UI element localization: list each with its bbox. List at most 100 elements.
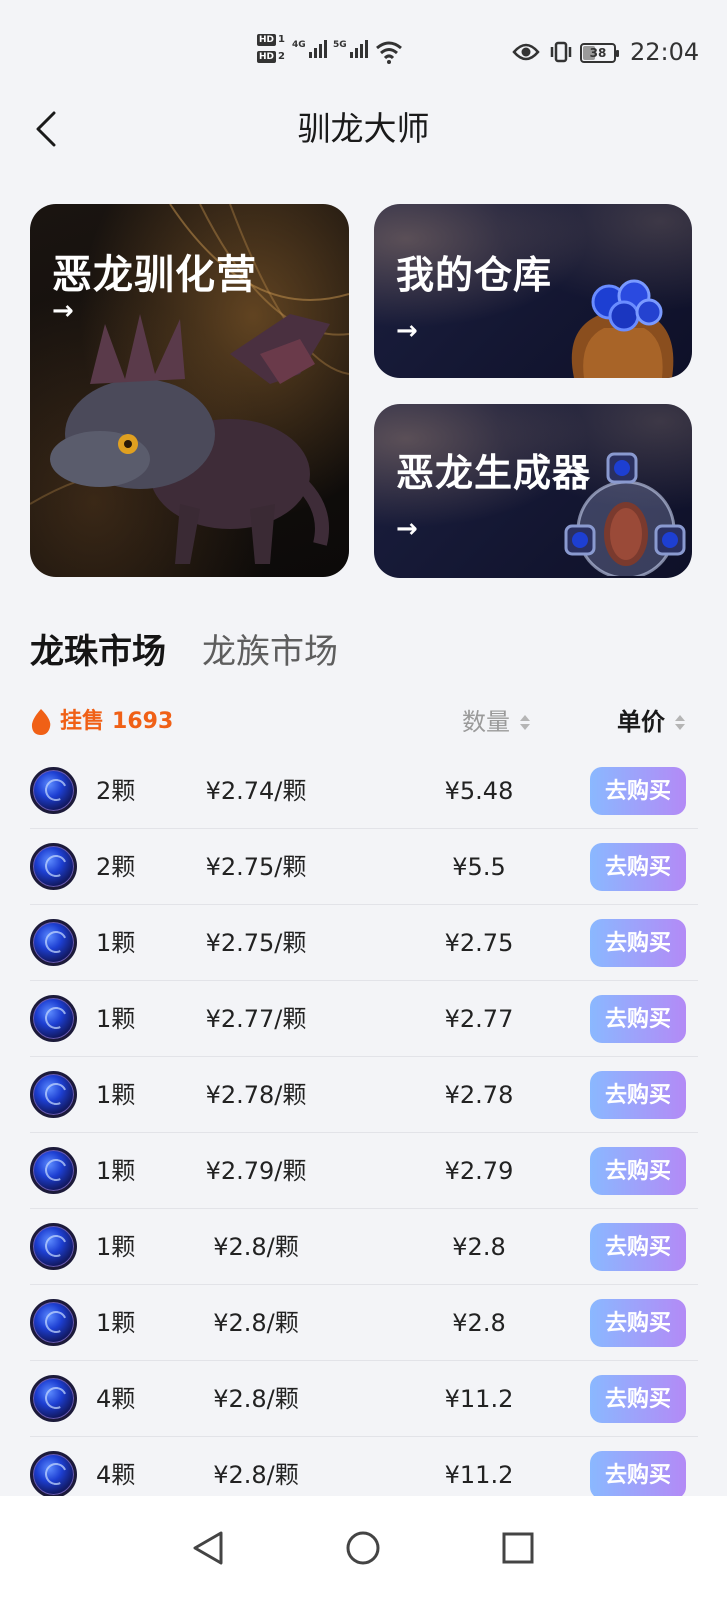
sort-by-quantity[interactable]: 数量	[462, 700, 530, 744]
sim-indicators: HD 1 HD 2	[257, 34, 285, 63]
listing-quantity: 1颗	[96, 1005, 136, 1033]
dragon-pearl-icon	[30, 1071, 77, 1118]
nav-home-button[interactable]	[335, 1520, 391, 1576]
dragon-training-camp-card[interactable]: 恶龙驯化营 →	[30, 204, 349, 577]
sort-by-unit-price[interactable]: 单价	[617, 700, 685, 744]
listing-unit-price: ¥2.8/颗	[213, 1233, 299, 1261]
dragon-pearl-icon	[30, 1147, 77, 1194]
dragon-pearl-icon	[30, 1451, 77, 1498]
listing-unit-price: ¥2.79/颗	[205, 1157, 307, 1185]
listing-row: 1颗 ¥2.79/颗 ¥2.79 去购买	[30, 1133, 698, 1209]
listing-quantity: 1颗	[96, 1157, 136, 1185]
listing-row: 4颗 ¥2.8/颗 ¥11.2 去购买	[30, 1361, 698, 1437]
square-recents-icon	[502, 1532, 534, 1564]
status-bar: HD 1 HD 2 4G 5G 38 22:04	[0, 0, 727, 96]
card-title-generator: 恶龙生成器	[396, 451, 592, 495]
listing-unit-price: ¥2.74/颗	[205, 777, 307, 805]
listing-unit-price: ¥2.75/颗	[205, 853, 307, 881]
listing-count: 挂售 1693	[30, 700, 173, 744]
listing-count-value: 1693	[112, 709, 174, 734]
my-warehouse-card[interactable]: 我的仓库 →	[374, 204, 692, 378]
listing-quantity: 4颗	[96, 1385, 136, 1413]
buy-button[interactable]: 去购买	[590, 995, 686, 1043]
triangle-back-icon	[193, 1531, 223, 1565]
listing-unit-price: ¥2.8/颗	[213, 1309, 299, 1337]
sort-arrows-icon	[520, 714, 530, 730]
dragon-pearl-icon	[30, 919, 77, 966]
listing-total-price: ¥11.2	[444, 1385, 514, 1413]
listing-quantity: 2颗	[96, 853, 136, 881]
clock: 22:04	[630, 38, 700, 66]
listing-quantity: 1颗	[96, 1081, 136, 1109]
listing-total-price: ¥5.48	[444, 777, 514, 805]
card-title-training-camp: 恶龙驯化营	[52, 252, 257, 298]
market-tabs: 龙珠市场 龙族市场	[30, 622, 338, 678]
app-header: 驯龙大师	[0, 96, 727, 162]
listing-quantity: 2颗	[96, 777, 136, 805]
dragon-generator-card[interactable]: 恶龙生成器 →	[374, 404, 692, 578]
listing-total-price: ¥2.77	[444, 1005, 514, 1033]
hd-badge-2: HD	[257, 51, 277, 63]
listing-unit-price: ¥2.75/颗	[205, 929, 307, 957]
page-title: 驯龙大师	[297, 109, 430, 148]
nav-back-button[interactable]	[180, 1520, 236, 1576]
system-nav-bar	[0, 1496, 727, 1600]
dragon-pearl-icon	[30, 767, 77, 814]
listing-row: 1颗 ¥2.75/颗 ¥2.75 去购买	[30, 905, 698, 981]
listing-unit-price: ¥2.77/颗	[205, 1005, 307, 1033]
circle-home-icon	[346, 1531, 380, 1565]
tab-dragon-clan-market[interactable]: 龙族市场	[202, 626, 338, 678]
listing-summary: 挂售 1693 数量 单价	[30, 700, 696, 744]
listing-total-price: ¥2.75	[444, 929, 514, 957]
network-type-2: 5G	[333, 40, 347, 50]
hd-badge-1: HD	[257, 34, 277, 46]
treasure-sack-illustration	[571, 279, 674, 378]
listing-total-price: ¥2.79	[444, 1157, 514, 1185]
buy-button[interactable]: 去购买	[590, 1375, 686, 1423]
buy-button[interactable]: 去购买	[590, 843, 686, 891]
listing-total-price: ¥2.8	[452, 1309, 506, 1337]
listing-row: 2颗 ¥2.75/颗 ¥5.5 去购买	[30, 829, 698, 905]
vibrate-icon	[550, 41, 572, 63]
buy-button[interactable]: 去购买	[590, 1223, 686, 1271]
dragon-pearl-icon	[30, 995, 77, 1042]
battery-level: 38	[589, 46, 607, 60]
buy-button[interactable]: 去购买	[590, 1299, 686, 1347]
dragon-pearl-icon	[30, 1375, 77, 1422]
cell-signal-1-icon: 4G	[292, 40, 327, 58]
wifi-icon	[376, 41, 402, 64]
listing-unit-price: ¥2.8/颗	[213, 1385, 299, 1413]
buy-button[interactable]: 去购买	[590, 919, 686, 967]
tab-dragon-pearl-market[interactable]: 龙珠市场	[30, 626, 166, 678]
listing-row: 1颗 ¥2.77/颗 ¥2.77 去购买	[30, 981, 698, 1057]
listing-row: 1颗 ¥2.8/颗 ¥2.8 去购买	[30, 1285, 698, 1361]
arrow-right-icon: →	[52, 296, 74, 326]
listing-row: 1颗 ¥2.8/颗 ¥2.8 去购买	[30, 1209, 698, 1285]
sim-slot-2: 2	[278, 51, 285, 62]
cell-signal-2-icon: 5G	[333, 40, 368, 58]
quantity-sort-label: 数量	[462, 708, 510, 736]
listing-quantity: 1颗	[96, 929, 136, 957]
buy-button[interactable]: 去购买	[590, 1147, 686, 1195]
buy-button[interactable]: 去购买	[590, 1071, 686, 1119]
listing-row: 2颗 ¥2.74/颗 ¥5.48 去购买	[30, 753, 698, 829]
listing-quantity: 1颗	[96, 1309, 136, 1337]
arrow-right-icon: →	[396, 316, 418, 346]
buy-button[interactable]: 去购买	[590, 767, 686, 815]
buy-button[interactable]: 去购买	[590, 1451, 686, 1499]
listing-unit-price: ¥2.78/颗	[205, 1081, 307, 1109]
nav-recents-button[interactable]	[490, 1520, 546, 1576]
listing-quantity: 1颗	[96, 1233, 136, 1261]
screen: HD 1 HD 2 4G 5G 38 22:04 驯龙大师 恶龙驯化营 → 我的…	[0, 0, 727, 1600]
arrow-right-icon: →	[396, 514, 418, 544]
card-title-warehouse: 我的仓库	[396, 253, 553, 297]
listing-list: 2颗 ¥2.74/颗 ¥5.48 去购买 2颗 ¥2.75/颗 ¥5.5 去购买…	[30, 753, 698, 1513]
listing-total-price: ¥2.8	[452, 1233, 506, 1261]
dragon-pearl-icon	[30, 1223, 77, 1270]
network-type-1: 4G	[292, 40, 306, 50]
sim-slot-1: 1	[278, 34, 285, 45]
eye-comfort-icon	[512, 43, 540, 61]
unit-price-sort-label: 单价	[617, 708, 665, 736]
sort-arrows-icon	[675, 714, 685, 730]
battery-icon: 38	[580, 43, 619, 63]
